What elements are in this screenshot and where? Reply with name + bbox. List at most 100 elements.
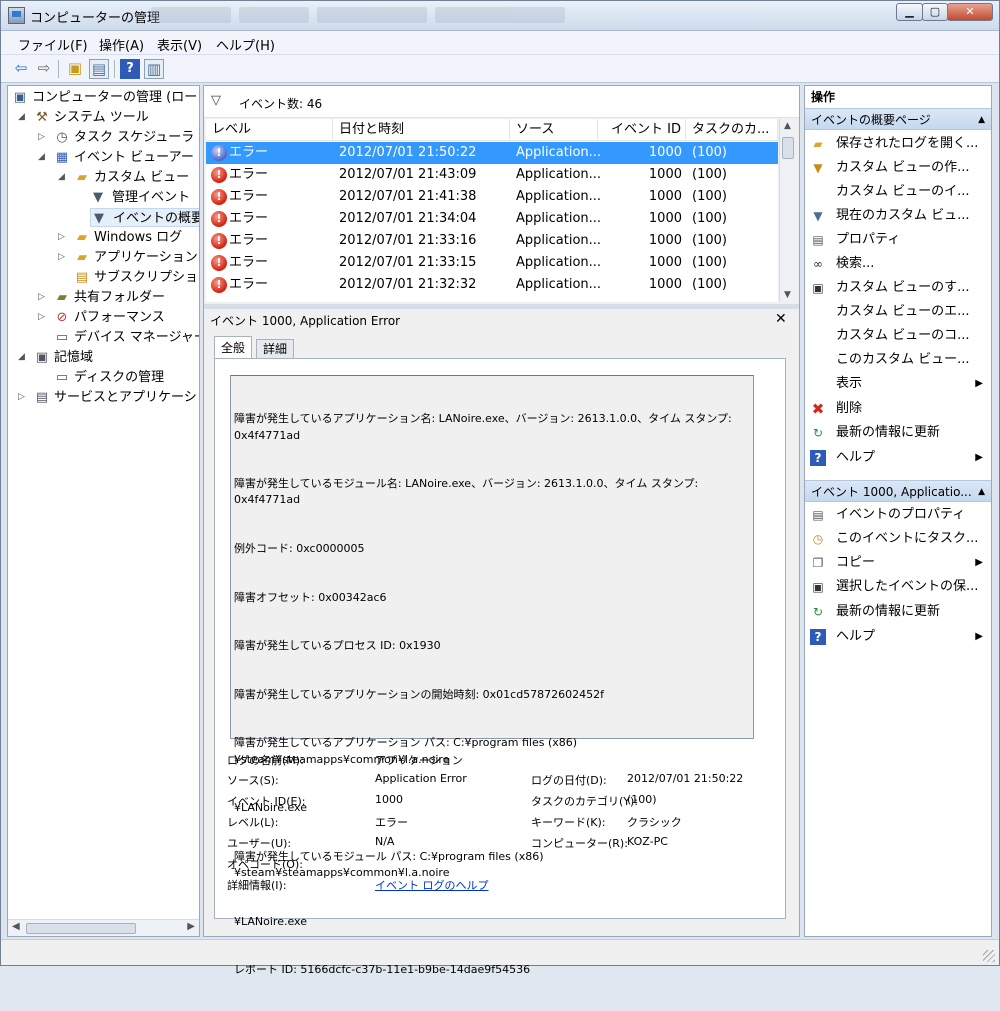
table-row[interactable]: ! エラー 2012/07/01 21:43:09 Application...…	[206, 164, 778, 186]
submenu-arrow-icon: ▶	[975, 452, 983, 463]
binoculars-icon: ∞	[813, 257, 823, 271]
action-event-properties[interactable]: ▤ イベントのプロパティ	[805, 503, 991, 527]
table-row[interactable]: ! エラー 2012/07/01 21:41:38 Application...…	[206, 186, 778, 208]
event-count: イベント数: 46	[239, 97, 323, 111]
action-attach-task-to-custom-view[interactable]: このカスタム ビュー...	[805, 348, 991, 372]
table-row[interactable]: ! エラー 2012/07/01 21:33:15 Application...…	[206, 252, 778, 274]
action-export-custom-view[interactable]: カスタム ビューのエ...	[805, 300, 991, 324]
save-icon: ▣	[812, 580, 824, 594]
action-create-custom-view[interactable]: ▼ カスタム ビューの作...	[805, 156, 991, 180]
delete-icon: ✖	[811, 400, 825, 418]
logged-value: 2012/07/01 21:50:22	[627, 772, 744, 785]
event-log-help-link[interactable]: イベント ログのヘルプ	[375, 877, 489, 893]
expand-arrow-icon[interactable]: ▷	[38, 128, 48, 147]
event-id-value: 1000	[375, 793, 403, 806]
table-row[interactable]: ! エラー 2012/07/01 21:50:22 Application...…	[206, 142, 778, 164]
general-tab-panel: 障害が発生しているアプリケーション名: LANoire.exe、バージョン: 2…	[214, 359, 786, 976]
action-refresh[interactable]: ↻ 最新の情報に更新	[805, 421, 991, 445]
collapse-arrow-icon[interactable]: ▲	[978, 109, 985, 131]
column-header-datetime[interactable]: 日付と時刻	[333, 119, 510, 141]
pane-splitter[interactable]	[204, 304, 799, 309]
expand-arrow-icon[interactable]: ▷	[38, 288, 48, 307]
description-line: ¥LANoire.exe	[234, 914, 307, 928]
action-help-event[interactable]: ? ヘルプ ▶	[805, 625, 991, 649]
shared-folder-icon: ▰	[57, 290, 67, 305]
close-button[interactable]: ✕	[947, 3, 993, 21]
collapse-arrow-icon[interactable]: ◢	[18, 108, 28, 127]
action-view[interactable]: 表示 ▶	[805, 372, 991, 396]
collapse-arrow-icon[interactable]: ▲	[978, 481, 985, 503]
action-refresh-event[interactable]: ↻ 最新の情報に更新	[805, 600, 991, 624]
forward-arrow-icon[interactable]: ⇨	[34, 59, 54, 79]
event-description[interactable]: 障害が発生しているアプリケーション名: LANoire.exe、バージョン: 2…	[230, 375, 754, 976]
up-folder-icon[interactable]: ▣	[65, 59, 85, 79]
event-list-vertical-scrollbar[interactable]: ▲ ▼	[779, 119, 796, 302]
table-row[interactable]: ! エラー 2012/07/01 21:32:32 Application...…	[206, 274, 778, 296]
properties-icon: ▤	[812, 508, 824, 522]
tab-details[interactable]: 詳細	[256, 339, 295, 359]
collapse-arrow-icon[interactable]: ◢	[18, 348, 28, 367]
actions-section-event-summary[interactable]: イベントの概要ページ ▲	[805, 108, 991, 130]
expand-arrow-icon[interactable]: ▷	[58, 248, 68, 267]
show-hide-tree-icon[interactable]: ▤	[89, 59, 109, 79]
action-properties[interactable]: ▤ プロパティ	[805, 228, 991, 252]
minimize-button[interactable]: ▁	[896, 3, 923, 21]
scroll-down-arrow-icon[interactable]: ▼	[784, 290, 791, 300]
menu-action[interactable]: 操作(A)	[99, 35, 144, 54]
close-icon[interactable]: ✕	[775, 311, 787, 327]
resize-grip-icon[interactable]	[983, 950, 995, 962]
computer-management-window: コンピューターの管理 ▁ ▢ ✕ ファイル(F) 操作(A) 表示(V) ヘルプ…	[0, 0, 1000, 976]
action-open-saved-log[interactable]: ▰ 保存されたログを開く...	[805, 132, 991, 156]
scrollbar-thumb[interactable]	[782, 137, 794, 159]
more-info-label: 詳細情報(I):	[227, 879, 287, 892]
action-attach-task-to-event[interactable]: ◷ このイベントにタスク...	[805, 527, 991, 551]
table-row[interactable]: ! エラー 2012/07/01 21:34:04 Application...…	[206, 208, 778, 230]
tree-horizontal-scrollbar[interactable]: ◀ ▶	[8, 919, 199, 936]
action-save-all-events[interactable]: ▣ カスタム ビューのす...	[805, 276, 991, 300]
tab-general[interactable]: 全般	[214, 336, 253, 359]
expand-arrow-icon[interactable]: ▷	[18, 388, 28, 407]
error-icon: !	[211, 277, 227, 293]
description-line: 障害が発生しているプロセス ID: 0x1930	[234, 639, 441, 653]
column-header-source[interactable]: ソース	[510, 119, 598, 141]
action-copy-custom-view[interactable]: カスタム ビューのコ...	[805, 324, 991, 348]
expand-arrow-icon[interactable]: ▷	[58, 228, 68, 247]
scrollbar-thumb[interactable]	[26, 923, 136, 934]
source-label: ソース(S):	[227, 774, 279, 787]
action-help[interactable]: ? ヘルプ ▶	[805, 446, 991, 470]
action-import-custom-view[interactable]: カスタム ビューのイ...	[805, 180, 991, 204]
action-filter-current-custom-view[interactable]: ▼ 現在のカスタム ビュ...	[805, 204, 991, 228]
task-category-value: (100)	[627, 793, 657, 806]
menu-help[interactable]: ヘルプ(H)	[216, 35, 275, 54]
menu-file[interactable]: ファイル(F)	[18, 35, 88, 54]
action-delete[interactable]: ✖ 削除	[805, 397, 991, 421]
actions-section-selected-event[interactable]: イベント 1000, Applicatio... ▲	[805, 480, 991, 502]
column-header-task-category[interactable]: タスクのカ...	[686, 119, 778, 141]
user-value: N/A	[375, 835, 395, 848]
help-icon[interactable]: ?	[120, 59, 140, 79]
scroll-up-arrow-icon[interactable]: ▲	[784, 121, 791, 131]
column-header-event-id[interactable]: イベント ID	[598, 119, 686, 141]
action-save-selected-events[interactable]: ▣ 選択したイベントの保...	[805, 575, 991, 599]
action-find[interactable]: ∞ 検索...	[805, 252, 991, 276]
description-line: 障害オフセット: 0x00342ac6	[234, 590, 387, 604]
column-header-level[interactable]: レベル	[206, 119, 333, 141]
filter-icon: ▼	[813, 209, 823, 223]
collapse-arrow-icon[interactable]: ◢	[38, 148, 48, 167]
description-line: 障害が発生しているモジュール パス: C:¥program files (x86…	[234, 849, 544, 880]
table-row[interactable]: ! エラー 2012/07/01 21:33:16 Application...…	[206, 230, 778, 252]
folder-icon: ▰	[77, 250, 87, 265]
menu-view[interactable]: 表示(V)	[157, 35, 202, 54]
collapse-arrow-icon[interactable]: ◢	[58, 168, 68, 187]
maximize-button[interactable]: ▢	[922, 3, 948, 21]
clock-icon: ◷	[56, 130, 68, 145]
error-icon: !	[211, 167, 227, 183]
back-arrow-icon[interactable]: ⇦	[11, 59, 31, 79]
show-hide-action-pane-icon[interactable]: ▥	[144, 59, 164, 79]
expand-arrow-icon[interactable]: ▷	[38, 308, 48, 327]
action-copy[interactable]: ❐ コピー ▶	[805, 551, 991, 575]
scroll-left-arrow-icon[interactable]: ◀	[12, 921, 20, 932]
copy-icon: ❐	[812, 556, 824, 570]
tree-item-event-summary[interactable]: ▼ イベントの概要	[90, 208, 199, 227]
scroll-right-arrow-icon[interactable]: ▶	[187, 921, 195, 932]
